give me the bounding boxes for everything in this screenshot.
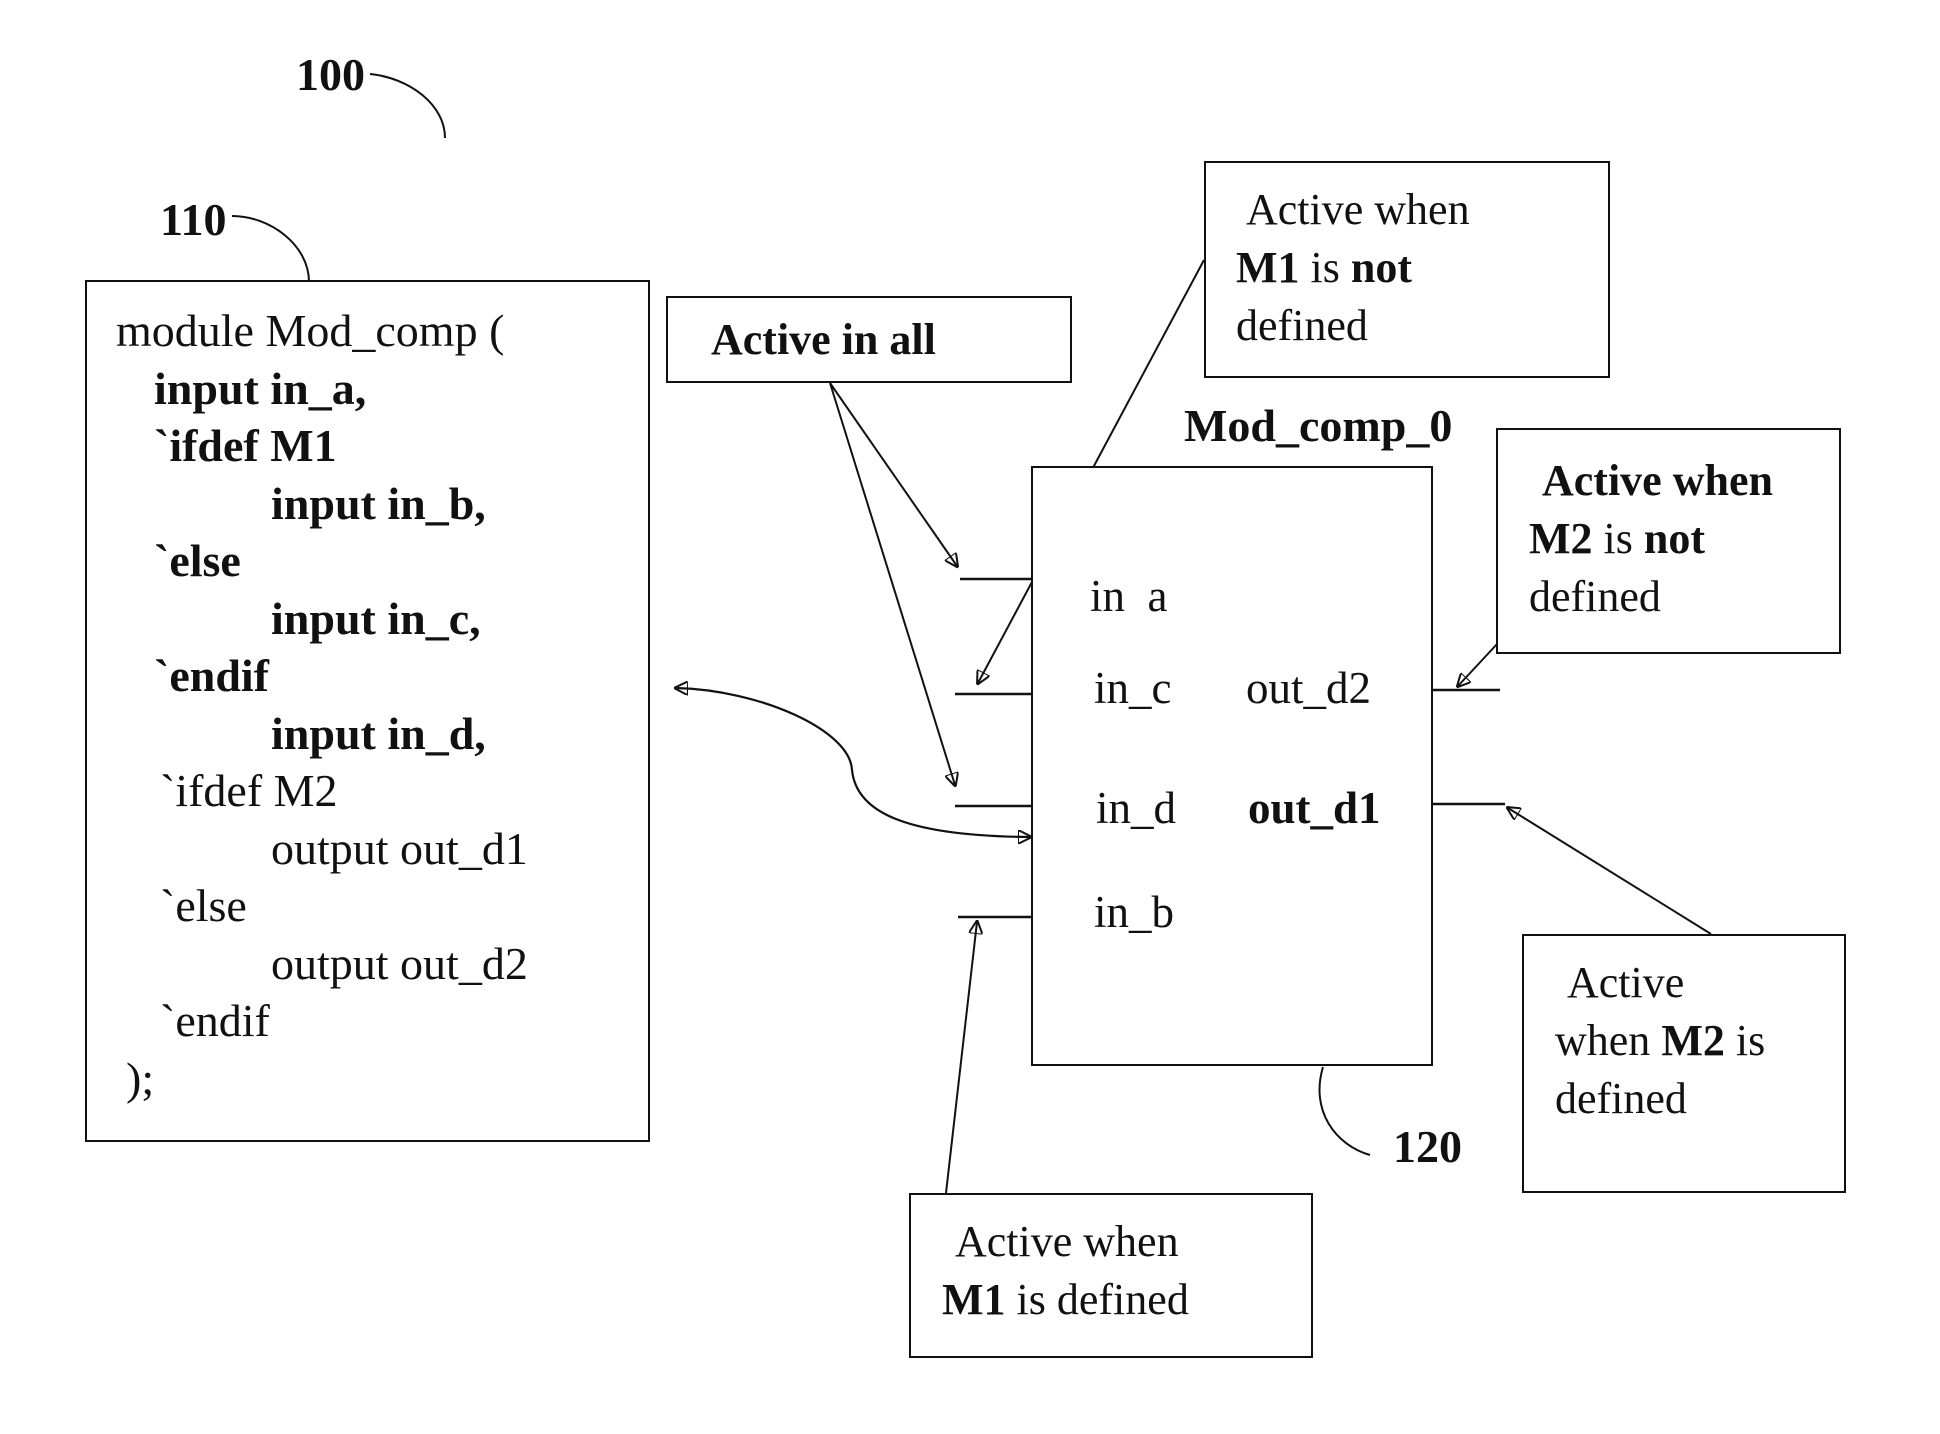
note-text-is: is bbox=[1724, 1016, 1766, 1065]
note-m1-defined: Active when M1 is defined bbox=[909, 1193, 1313, 1358]
note-m1-def-line1: Active when bbox=[955, 1217, 1179, 1266]
port-label-in-c: in_c bbox=[1094, 663, 1172, 713]
note-m2-not-line3: defined bbox=[1529, 572, 1661, 621]
note-m2-not-defined: Active when M2 is not defined bbox=[1496, 428, 1841, 654]
code-line: input in_a, bbox=[154, 362, 367, 414]
code-line: input in_c, bbox=[271, 592, 481, 644]
port-label-out-d1: out_d1 bbox=[1248, 783, 1381, 833]
note-text-is-defined: is defined bbox=[1005, 1275, 1189, 1324]
arrow-m1-defined-to-in-b bbox=[945, 922, 977, 1194]
port-label-in-b: in_b bbox=[1094, 887, 1175, 937]
note-m2-def-line2: when M2 is bbox=[1555, 1012, 1765, 1070]
note-m2-not-line2: M2 is not bbox=[1529, 510, 1705, 568]
note-m1-not-line1: Active when bbox=[1246, 185, 1470, 234]
arrow-active-all-to-in-a bbox=[829, 382, 957, 566]
ref-100-leader bbox=[369, 73, 446, 139]
note-m1-not-defined: Active when M1 is not defined bbox=[1204, 161, 1610, 378]
code-line: `else bbox=[160, 880, 247, 931]
macro-m1: M1 bbox=[942, 1275, 1006, 1324]
macro-m2: M2 bbox=[1529, 514, 1593, 563]
module-block bbox=[1031, 466, 1433, 1066]
emphasis-not: not bbox=[1643, 514, 1706, 563]
note-m2-def-line3: defined bbox=[1555, 1074, 1687, 1123]
ref-label-120: 120 bbox=[1393, 1121, 1462, 1172]
note-text-is: is bbox=[1592, 514, 1644, 563]
module-instance-name: Mod_comp_0 bbox=[1184, 400, 1453, 451]
arrow-m2-not-to-out-d2 bbox=[1458, 642, 1499, 686]
code-line: `else bbox=[154, 535, 241, 586]
emphasis-not: not bbox=[1350, 243, 1413, 292]
arrow-m2-defined-to-out-d1 bbox=[1508, 808, 1712, 935]
note-text-is: is bbox=[1299, 243, 1351, 292]
ref-label-100: 100 bbox=[296, 49, 365, 100]
ref-label-110: 110 bbox=[160, 194, 227, 245]
code-line: `ifdef M2 bbox=[160, 765, 338, 816]
note-m2-def-line1: Active bbox=[1567, 958, 1685, 1007]
port-label-in-d: in_d bbox=[1096, 783, 1177, 833]
note-m1-not-line3: defined bbox=[1236, 301, 1368, 350]
ref-120-leader bbox=[1318, 1066, 1371, 1156]
macro-m2: M2 bbox=[1661, 1016, 1725, 1065]
note-m2-defined: Active when M2 is defined bbox=[1522, 934, 1846, 1193]
code-line: output out_d2 bbox=[271, 937, 528, 989]
note-m1-def-line2: M1 is defined bbox=[942, 1271, 1189, 1329]
code-line: input in_b, bbox=[271, 477, 486, 529]
code-line: ); bbox=[126, 1052, 155, 1104]
code-line: `endif bbox=[160, 995, 270, 1046]
code-line: `ifdef M1 bbox=[154, 420, 337, 471]
code-line: output out_d1 bbox=[271, 822, 528, 874]
port-label-in-a: in a bbox=[1090, 571, 1168, 621]
note-m2-not-line1: Active when bbox=[1542, 456, 1773, 505]
code-module-link-arrow bbox=[676, 688, 1030, 837]
arrow-active-all-to-in-d bbox=[829, 382, 955, 785]
code-line: input in_d, bbox=[271, 707, 486, 759]
ref-110-leader bbox=[231, 215, 310, 283]
macro-m1: M1 bbox=[1236, 243, 1300, 292]
code-line: module Mod_comp ( bbox=[116, 305, 505, 356]
note-text-when: when bbox=[1555, 1016, 1662, 1065]
note-m1-not-line2: M1 is not bbox=[1236, 239, 1412, 297]
code-line: `endif bbox=[154, 650, 269, 701]
port-label-out-d2: out_d2 bbox=[1246, 663, 1372, 713]
note-active-in-all: Active in all bbox=[666, 296, 1072, 383]
note-active-in-all-text: Active in all bbox=[711, 315, 936, 364]
